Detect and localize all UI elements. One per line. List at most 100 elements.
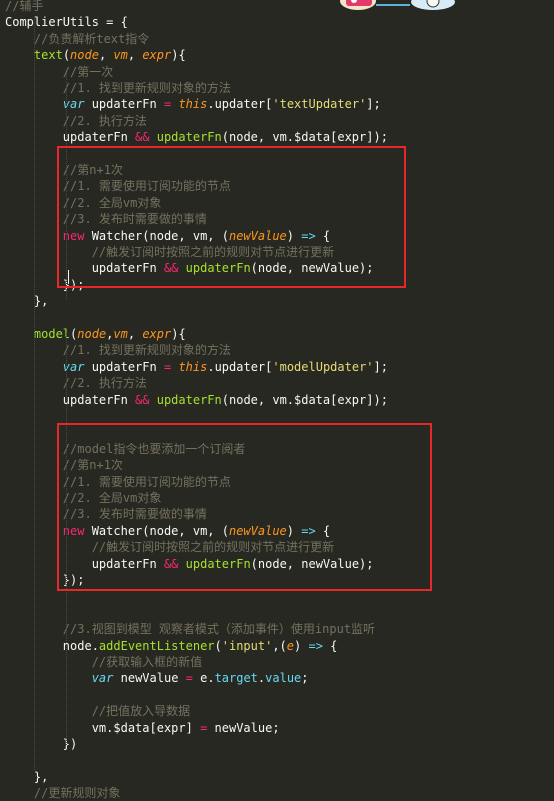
code-line[interactable]: //负责解析text指令 bbox=[5, 31, 149, 47]
code-token-plain: ]; bbox=[366, 97, 381, 112]
code-token-comment: //辅手 bbox=[5, 0, 44, 13]
code-token-func: model bbox=[33, 327, 71, 341]
code-token-plain: (node, vm.$data[expr]); bbox=[221, 392, 388, 407]
code-token-plain: e. bbox=[192, 671, 215, 686]
code-line[interactable]: //1. 找到更新规则对象的方法 bbox=[5, 80, 231, 96]
code-token-plain: .updater[ bbox=[207, 359, 273, 374]
code-line[interactable]: var updaterFn = this.updater['modelUpdat… bbox=[5, 359, 388, 375]
code-line[interactable]: //更新规则对象 bbox=[5, 785, 120, 801]
code-token-plain: ( bbox=[62, 48, 71, 63]
code-token-comment: //第一次 bbox=[62, 64, 114, 79]
code-token-plain: ,( bbox=[272, 638, 287, 653]
code-token-func: updaterFn bbox=[156, 130, 222, 145]
text-cursor bbox=[68, 270, 69, 284]
code-line[interactable]: var updaterFn = this.updater['textUpdate… bbox=[5, 96, 381, 112]
code-token-plain: ]; bbox=[373, 359, 388, 374]
code-token-comment: //负责解析text指令 bbox=[33, 31, 150, 46]
code-line[interactable]: model(node,vm, expr){ bbox=[5, 326, 186, 342]
code-line[interactable]: //2. 执行方法 bbox=[5, 375, 147, 391]
code-line[interactable]: var newValue = e.target.value; bbox=[5, 670, 309, 686]
code-line[interactable]: vm.$data[expr] = newValue; bbox=[5, 720, 280, 736]
code-token-plain: ; bbox=[301, 671, 309, 686]
code-token-plain: , bbox=[98, 48, 114, 63]
code-token-plain: newValue bbox=[113, 671, 186, 686]
code-token-plain: updaterFn bbox=[5, 392, 136, 407]
code-token-comment: //1. 找到更新规则对象的方法 bbox=[62, 343, 231, 358]
code-token-string: 'textUpdater' bbox=[272, 97, 367, 112]
code-line[interactable]: //第一次 bbox=[5, 64, 113, 80]
code-token-storage: => bbox=[308, 638, 323, 653]
code-token-param: vm bbox=[113, 48, 128, 63]
code-token-string: 'input' bbox=[221, 638, 273, 653]
code-token-param: node bbox=[70, 48, 99, 63]
indent-guide bbox=[34, 16, 35, 770]
annotation-highlight-box-2 bbox=[57, 423, 432, 591]
code-token-plain: { bbox=[322, 638, 338, 653]
code-token-plain: }, bbox=[5, 294, 49, 309]
code-token-comment: //3.视图到模型 观察者模式（添加事件）使用input监听 bbox=[62, 622, 376, 637]
code-token-comment: //2. 执行方法 bbox=[62, 376, 147, 391]
code-token-plain: ComplierUtils = { bbox=[5, 15, 128, 30]
code-token-param: vm bbox=[113, 327, 128, 341]
code-token-plain: .updater[ bbox=[207, 97, 273, 112]
code-token-plain: ( bbox=[214, 638, 222, 653]
sticker-decoration bbox=[338, 0, 458, 12]
code-token-plain: , bbox=[127, 48, 143, 63]
code-line[interactable]: updaterFn && updaterFn(node, vm.$data[ex… bbox=[5, 392, 388, 408]
code-line[interactable]: node.addEventListener('input',(e) => { bbox=[5, 638, 338, 654]
code-token-func: updaterFn bbox=[156, 392, 222, 407]
code-line[interactable]: ComplierUtils = { bbox=[5, 14, 128, 30]
code-token-var: target bbox=[214, 671, 258, 686]
code-token-plain: updaterFn bbox=[84, 359, 164, 374]
code-token-plain: updaterFn bbox=[84, 97, 164, 112]
code-token-plain: updaterFn bbox=[5, 130, 136, 145]
code-token-plain: ){ bbox=[171, 327, 186, 341]
code-token-this: this bbox=[178, 359, 208, 374]
code-token-func: text bbox=[33, 48, 63, 63]
code-token-op: && bbox=[135, 392, 150, 407]
code-line[interactable]: //1. 找到更新规则对象的方法 bbox=[5, 342, 231, 358]
code-token-plain: node. bbox=[5, 638, 99, 653]
code-token-plain: ){ bbox=[171, 48, 186, 63]
code-token-op: = bbox=[185, 671, 193, 686]
code-line[interactable]: }, bbox=[5, 293, 48, 309]
code-token-comment: //把值放入导数据 bbox=[91, 704, 191, 719]
code-token-comment: //更新规则对象 bbox=[33, 786, 121, 801]
code-token-param: expr bbox=[142, 48, 172, 63]
code-line[interactable]: }, bbox=[5, 769, 48, 785]
code-token-func: addEventListener bbox=[98, 638, 215, 653]
code-token-var: value bbox=[265, 671, 302, 686]
code-token-plain: newValue; bbox=[207, 720, 280, 735]
annotation-highlight-box-1 bbox=[57, 146, 406, 288]
code-line[interactable]: //2. 执行方法 bbox=[5, 113, 147, 129]
code-line[interactable]: text(node, vm, expr){ bbox=[5, 47, 186, 63]
code-token-param: expr bbox=[142, 327, 172, 341]
code-line[interactable]: //3.视图到模型 观察者模式（添加事件）使用input监听 bbox=[5, 621, 375, 637]
code-line[interactable]: //把值放入导数据 bbox=[5, 703, 190, 719]
code-token-string: 'modelUpdater' bbox=[272, 359, 374, 374]
code-token-op: && bbox=[135, 130, 150, 145]
code-editor[interactable]: //辅手 ComplierUtils = { //负责解析text指令 text(… bbox=[0, 0, 554, 800]
code-token-comment: //1. 找到更新规则对象的方法 bbox=[62, 81, 231, 95]
code-token-comment: //2. 执行方法 bbox=[62, 113, 147, 128]
code-token-plain: (node, vm.$data[expr]); bbox=[221, 130, 388, 145]
code-line[interactable]: updaterFn && updaterFn(node, vm.$data[ex… bbox=[5, 129, 388, 145]
code-token-plain: ) bbox=[294, 638, 309, 653]
code-token-param: e bbox=[286, 638, 295, 653]
code-token-plain: , bbox=[127, 327, 143, 341]
code-token-this: this bbox=[178, 97, 208, 112]
code-token-comment: //获取输入框的新值 bbox=[91, 655, 203, 669]
code-line[interactable]: //辅手 bbox=[5, 0, 43, 14]
code-token-plain: }, bbox=[5, 769, 49, 784]
code-token-param: node bbox=[77, 327, 107, 341]
code-token-storage: var bbox=[91, 671, 114, 686]
